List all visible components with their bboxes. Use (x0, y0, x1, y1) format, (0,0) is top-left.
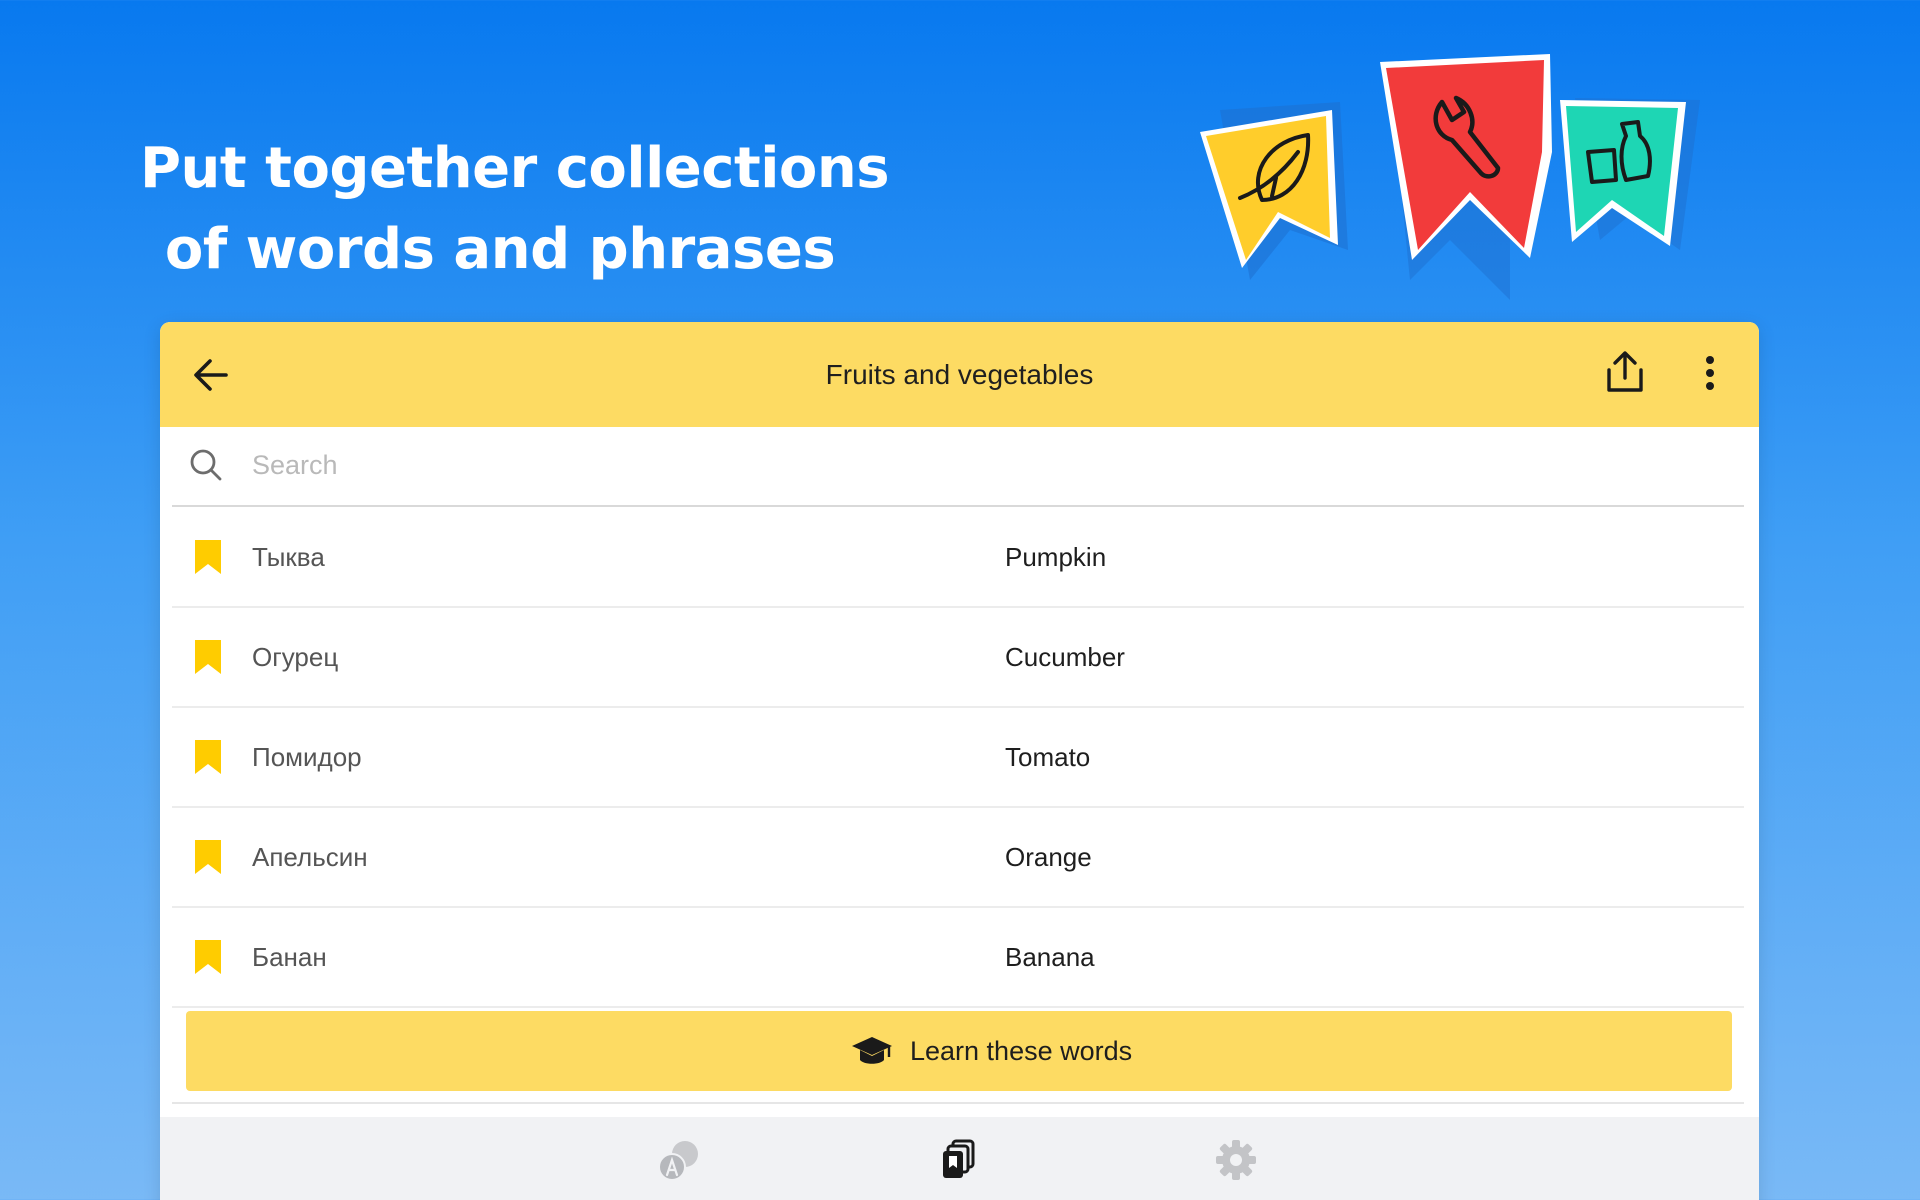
headline: Put together collections of words and ph… (140, 128, 890, 290)
translate-icon[interactable] (656, 1137, 702, 1183)
bookmark-icon[interactable] (192, 938, 224, 976)
word-list: Тыква Pumpkin Огурец Cucumber Помидор To… (172, 508, 1744, 1008)
learn-words-button[interactable]: Learn these words (186, 1011, 1732, 1091)
bookmark-icon[interactable] (192, 538, 224, 576)
headline-line-2: of words and phrases (164, 217, 836, 282)
word-row[interactable]: Тыква Pumpkin (172, 508, 1744, 608)
bookmark-icon[interactable] (192, 738, 224, 776)
settings-icon[interactable] (1213, 1137, 1259, 1183)
learn-words-label: Learn these words (910, 1036, 1133, 1066)
app-bar: Fruits and vegetables (160, 322, 1759, 427)
translation-word: Orange (1005, 842, 1092, 872)
graduation-cap-icon (852, 1037, 892, 1064)
search-input[interactable] (252, 443, 1712, 487)
translation-word: Pumpkin (1005, 542, 1107, 572)
translation-word: Tomato (1005, 742, 1091, 772)
search-icon (190, 449, 222, 481)
bottom-navigation (160, 1117, 1759, 1200)
translation-word: Banana (1005, 942, 1095, 972)
word-row[interactable]: Банан Banana (172, 908, 1744, 1008)
word-row[interactable]: Огурец Cucumber (172, 608, 1744, 708)
bookmark-icon[interactable] (192, 838, 224, 876)
collection-title: Fruits and vegetables (825, 359, 1094, 390)
source-word: Огурец (252, 642, 339, 672)
translation-word: Cucumber (1005, 642, 1125, 672)
source-word: Банан (252, 942, 327, 972)
source-word: Тыква (252, 542, 325, 572)
share-icon[interactable] (1600, 348, 1650, 398)
divider (172, 1102, 1744, 1104)
collection-flags-illustration (1180, 40, 1780, 300)
bottle-flag (1560, 100, 1686, 246)
source-word: Помидор (252, 742, 362, 772)
headline-line-1: Put together collections (140, 136, 890, 201)
source-word: Апельсин (252, 842, 368, 872)
word-row[interactable]: Помидор Tomato (172, 708, 1744, 808)
bookmark-icon[interactable] (192, 638, 224, 676)
search-bar (172, 427, 1744, 507)
more-vertical-icon[interactable] (1690, 348, 1730, 398)
collections-icon[interactable] (935, 1137, 981, 1183)
word-row[interactable]: Апельсин Orange (172, 808, 1744, 908)
flags-svg (1200, 54, 1700, 300)
collection-panel: Fruits and vegetables Тыква Pumpkin Огур… (160, 322, 1759, 1200)
